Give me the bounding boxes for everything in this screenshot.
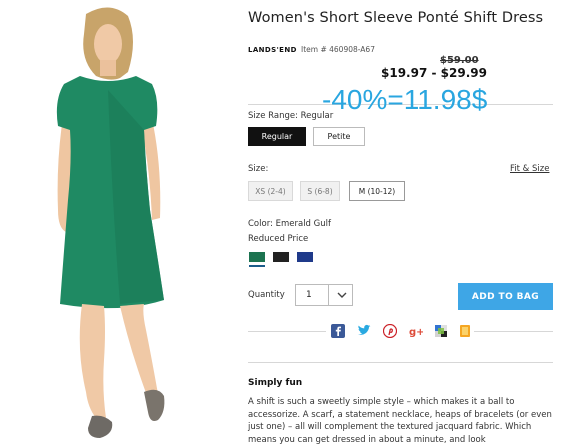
- description-title: Simply fun: [248, 378, 303, 388]
- quantity-divider: [328, 285, 329, 305]
- brand-logo: LANDS'END: [248, 46, 297, 54]
- delicious-icon[interactable]: [434, 324, 448, 338]
- swatch-navy[interactable]: [297, 252, 313, 262]
- selected-swatch-indicator: [249, 265, 265, 267]
- quantity-value: 1: [306, 290, 312, 300]
- facebook-icon[interactable]: [331, 324, 345, 338]
- size-option-s[interactable]: S (6-8): [300, 181, 340, 201]
- size-label: Size:: [248, 164, 269, 174]
- quantity-select[interactable]: 1: [295, 284, 353, 306]
- size-range-petite-button[interactable]: Petite: [313, 127, 365, 146]
- color-label: Color: Emerald Gulf: [248, 219, 331, 229]
- discount-overlay-text: -40%=11.98$: [322, 84, 488, 115]
- chevron-down-icon[interactable]: [335, 289, 349, 301]
- sale-price: $19.97 - $29.99: [381, 66, 487, 80]
- product-details: Women's Short Sleeve Ponté Shift Dress L…: [248, 0, 558, 445]
- pinterest-icon[interactable]: [383, 324, 397, 338]
- swatch-black[interactable]: [273, 252, 289, 262]
- description-text: A shift is such a sweetly simple style –…: [248, 397, 552, 445]
- google-plus-icon[interactable]: g+: [409, 324, 423, 338]
- swatch-emerald[interactable]: [249, 252, 265, 262]
- divider: [248, 331, 326, 332]
- fit-and-size-link[interactable]: Fit & Size: [510, 164, 549, 174]
- size-range-regular-button[interactable]: Regular: [248, 127, 306, 146]
- svg-text:g+: g+: [409, 327, 423, 338]
- size-range-label: Size Range: Regular: [248, 111, 334, 121]
- bookmark-icon[interactable]: [458, 324, 472, 338]
- original-price: $59.00: [440, 55, 479, 66]
- divider: [474, 331, 553, 332]
- divider: [248, 362, 553, 363]
- quantity-label: Quantity: [248, 290, 285, 300]
- add-to-bag-button[interactable]: ADD TO BAG: [458, 283, 553, 310]
- twitter-icon[interactable]: [357, 324, 371, 338]
- product-title: Women's Short Sleeve Ponté Shift Dress: [248, 10, 544, 26]
- reduced-price-note: Reduced Price: [248, 234, 309, 244]
- item-number: Item # 460908-A67: [301, 45, 375, 54]
- dress-model-illustration: [56, 7, 165, 438]
- size-option-xs[interactable]: XS (2-4): [248, 181, 293, 201]
- product-image[interactable]: [0, 0, 236, 442]
- size-option-m[interactable]: M (10-12): [349, 181, 405, 201]
